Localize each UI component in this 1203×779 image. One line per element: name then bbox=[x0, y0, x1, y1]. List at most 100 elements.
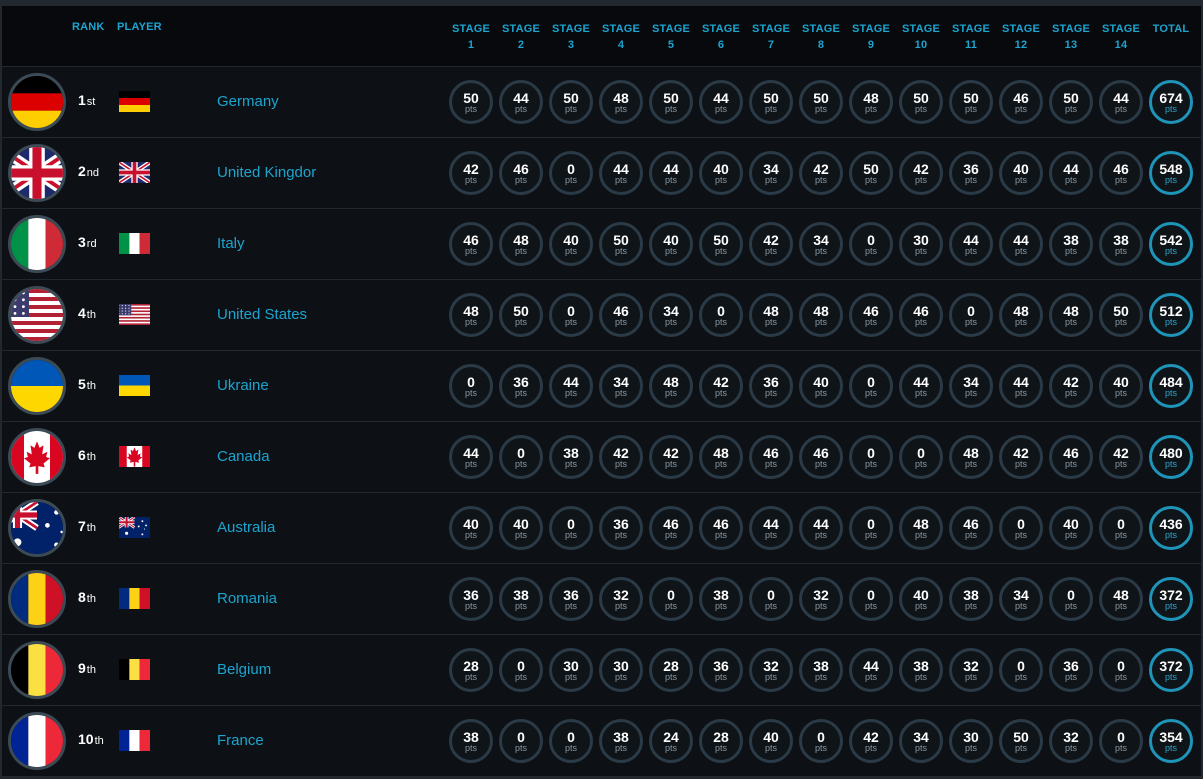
ro-flag-icon bbox=[8, 570, 66, 628]
score-value: 32 bbox=[963, 658, 979, 674]
stage-8-score: 34 pts bbox=[799, 222, 843, 266]
stage-11-score: 36 pts bbox=[949, 151, 993, 195]
stage-7-score: 0 pts bbox=[749, 577, 793, 621]
us-flag-icon bbox=[8, 286, 66, 344]
player-name-link[interactable]: Canada bbox=[217, 448, 270, 465]
stage-13-score: 32 pts bbox=[1049, 719, 1093, 763]
score-value: 36 bbox=[563, 587, 579, 603]
player-name-link[interactable]: Romania bbox=[217, 590, 277, 607]
score-unit: pts bbox=[964, 175, 977, 185]
player-name-link[interactable]: France bbox=[217, 732, 264, 749]
score-value: 48 bbox=[963, 445, 979, 461]
small-ua-flag-icon bbox=[119, 375, 150, 396]
score-unit: pts bbox=[664, 246, 677, 256]
score-value: 34 bbox=[663, 303, 679, 319]
table-row[interactable]: 9th Belgium 28 pts 0 pts 30 pts 30 pts 28 pts 36 pts 3… bbox=[2, 635, 1201, 705]
stage-12-score: 0 pts bbox=[999, 648, 1043, 692]
score-value: 44 bbox=[663, 161, 679, 177]
score-value: 0 bbox=[817, 729, 825, 745]
score-value: 48 bbox=[713, 445, 729, 461]
score-value: 34 bbox=[913, 729, 929, 745]
total-value: 484 bbox=[1159, 374, 1183, 390]
total-score: 484 pts bbox=[1149, 364, 1193, 408]
small-de-flag-icon bbox=[119, 91, 150, 112]
score-value: 46 bbox=[1013, 90, 1029, 106]
score-value: 0 bbox=[717, 303, 725, 319]
score-value: 0 bbox=[567, 516, 575, 532]
score-value: 38 bbox=[1063, 232, 1079, 248]
stage-5-score: 50 pts bbox=[649, 80, 693, 124]
player-name-link[interactable]: Belgium bbox=[217, 661, 271, 678]
score-unit: pts bbox=[1014, 388, 1027, 398]
score-unit: pts bbox=[714, 672, 727, 682]
score-value: 40 bbox=[913, 587, 929, 603]
table-row[interactable]: 7th Australia 40 pts 40 pts 0 pts 36 pts 46 pts 46 pt… bbox=[2, 493, 1201, 563]
score-value: 28 bbox=[713, 729, 729, 745]
score-value: 0 bbox=[467, 374, 475, 390]
player-name-link[interactable]: United States bbox=[217, 306, 307, 323]
score-value: 0 bbox=[867, 374, 875, 390]
fr-flag-icon bbox=[8, 712, 66, 770]
score-value: 44 bbox=[1063, 161, 1079, 177]
stage-6-score: 46 pts bbox=[699, 506, 743, 550]
rank-number: 8 bbox=[78, 589, 86, 605]
table-row[interactable]: 1st Germany 50 pts 44 pts 50 pts 48 pts 50 pts 44 pts… bbox=[2, 67, 1201, 137]
score-value: 44 bbox=[913, 374, 929, 390]
rank-number: 10 bbox=[78, 731, 94, 747]
player-name-link[interactable]: Australia bbox=[217, 519, 275, 536]
stage-1-score: 28 pts bbox=[449, 648, 493, 692]
total-unit: pts bbox=[1164, 459, 1177, 469]
stage-14-score: 50 pts bbox=[1099, 293, 1143, 337]
score-value: 46 bbox=[963, 516, 979, 532]
stage-10-score: 30 pts bbox=[899, 222, 943, 266]
score-unit: pts bbox=[464, 601, 477, 611]
player-name-link[interactable]: Germany bbox=[217, 93, 279, 110]
total-unit: pts bbox=[1164, 104, 1177, 114]
score-value: 34 bbox=[963, 374, 979, 390]
total-value: 372 bbox=[1159, 587, 1183, 603]
score-unit: pts bbox=[914, 246, 927, 256]
score-value: 36 bbox=[713, 658, 729, 674]
player-name-link[interactable]: Ukraine bbox=[217, 377, 269, 394]
stage-2-score: 50 pts bbox=[499, 293, 543, 337]
table-row[interactable]: 3rd Italy 46 pts 48 pts 40 pts 50 pts 40 pts 50 pts 42… bbox=[2, 209, 1201, 279]
player-name-link[interactable]: Italy bbox=[217, 235, 245, 252]
stage-header-8: STAGE 8 bbox=[801, 23, 841, 51]
stage-6-score: 50 pts bbox=[699, 222, 743, 266]
score-unit: pts bbox=[764, 601, 777, 611]
score-value: 30 bbox=[963, 729, 979, 745]
score-unit: pts bbox=[1014, 601, 1027, 611]
stage-11-score: 46 pts bbox=[949, 506, 993, 550]
table-row[interactable]: 5th Ukraine 0 pts 36 pts 44 pts 34 pts 48 pts 42 pts 3… bbox=[2, 351, 1201, 421]
score-unit: pts bbox=[664, 601, 677, 611]
score-value: 36 bbox=[613, 516, 629, 532]
total-header: TOTAL bbox=[1152, 23, 1190, 35]
score-unit: pts bbox=[714, 104, 727, 114]
leaderboard: RANK PLAYER STAGE 1 STAGE 2 STAGE 3 STAGE 4 STAG… bbox=[0, 0, 1203, 779]
table-row[interactable]: 8th Romania 36 pts 38 pts 36 pts 32 pts 0 pts 38 pts 0… bbox=[2, 564, 1201, 634]
stage-4-score: 34 pts bbox=[599, 364, 643, 408]
score-unit: pts bbox=[614, 175, 627, 185]
score-value: 0 bbox=[517, 445, 525, 461]
player-name-link[interactable]: United Kingdor bbox=[217, 164, 316, 181]
stage-10-score: 38 pts bbox=[899, 648, 943, 692]
table-row[interactable]: 10th France 38 pts 0 pts 0 pts 38 pts 24 pts 28 pts 40… bbox=[2, 706, 1201, 776]
stage-1-score: 0 pts bbox=[449, 364, 493, 408]
score-unit: pts bbox=[814, 601, 827, 611]
score-value: 0 bbox=[867, 232, 875, 248]
score-value: 40 bbox=[1013, 161, 1029, 177]
table-row[interactable]: 2nd United Kingdor 42 pts 46 pts 0 pts 44 pts 44 pt… bbox=[2, 138, 1201, 208]
stage-7-score: 44 pts bbox=[749, 506, 793, 550]
stage-4-score: 42 pts bbox=[599, 435, 643, 479]
stage-7-score: 48 pts bbox=[749, 293, 793, 337]
stage-header-13: STAGE 13 bbox=[1051, 23, 1091, 51]
stage-7-score: 32 pts bbox=[749, 648, 793, 692]
stage-5-score: 42 pts bbox=[649, 435, 693, 479]
score-value: 42 bbox=[913, 161, 929, 177]
score-unit: pts bbox=[914, 388, 927, 398]
score-unit: pts bbox=[814, 246, 827, 256]
score-unit: pts bbox=[1064, 530, 1077, 540]
table-row[interactable]: 4th United States 48 pts 50 pts 0 pts 46 pts 34 pts… bbox=[2, 280, 1201, 350]
rank-number: 7 bbox=[78, 518, 86, 534]
table-row[interactable]: 6th Canada 44 pts 0 pts 38 pts 42 pts 42 pts 48 pts 46… bbox=[2, 422, 1201, 492]
